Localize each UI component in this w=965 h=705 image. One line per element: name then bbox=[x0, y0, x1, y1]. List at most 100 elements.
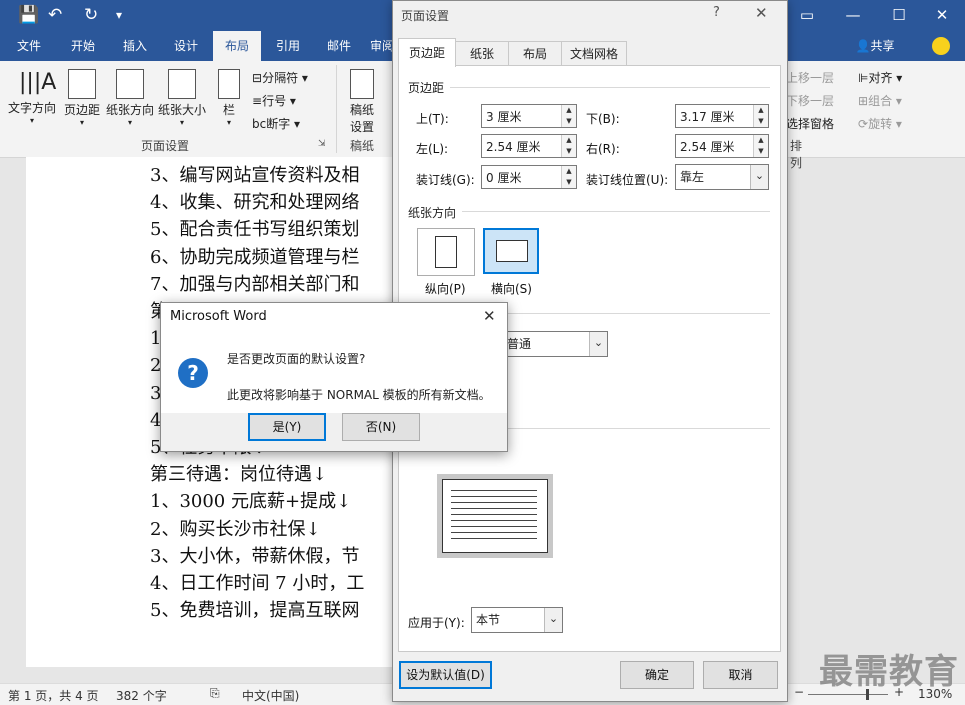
preview-page bbox=[442, 479, 548, 553]
zoom-slider[interactable] bbox=[808, 689, 888, 700]
page-setup-launcher-icon[interactable]: ⇲ bbox=[318, 139, 326, 149]
tab-home[interactable]: 开始 bbox=[62, 31, 104, 61]
document-line: 3、编写网站宣传资料及相 bbox=[150, 165, 360, 186]
bottom-margin-value: 3.17 厘米 bbox=[680, 110, 735, 124]
share-button[interactable]: 👤共享 bbox=[850, 31, 900, 61]
rotate-icon: ⟳ bbox=[858, 117, 869, 131]
apply-to-select[interactable]: 本节 ⌄ bbox=[471, 607, 563, 633]
dialog-close-icon[interactable]: ✕ bbox=[755, 4, 768, 22]
bottom-margin-input[interactable]: 3.17 厘米 ▲ ▼ bbox=[675, 104, 769, 128]
right-margin-value: 2.54 厘米 bbox=[680, 140, 735, 154]
chevron-down-icon[interactable]: ⌄ bbox=[544, 608, 562, 632]
columns-button[interactable]: 栏 ▾ bbox=[214, 69, 244, 127]
group-button[interactable]: ⊞组合 ▾ bbox=[858, 92, 902, 109]
undo-icon[interactable]: ↶ bbox=[48, 0, 62, 31]
group-label: 组合 bbox=[868, 94, 893, 108]
document-line: 5、免费培训，提高互联网 bbox=[150, 600, 360, 622]
set-default-button[interactable]: 设为默认值(D) bbox=[399, 661, 492, 689]
landscape-button[interactable] bbox=[483, 228, 539, 274]
multiple-pages-value: 普通 bbox=[507, 337, 532, 351]
spin-arrows-icon[interactable]: ▲ ▼ bbox=[561, 166, 576, 188]
dialog-title: 页面设置 bbox=[401, 9, 450, 23]
tab-file[interactable]: 文件 bbox=[8, 31, 50, 61]
tab-mailings[interactable]: 邮件 bbox=[318, 31, 360, 61]
ok-button[interactable]: 确定 bbox=[620, 661, 694, 689]
gutter-input[interactable]: 0 厘米 ▲ ▼ bbox=[481, 165, 577, 189]
no-button[interactable]: 否(N) bbox=[342, 413, 420, 441]
confirm-dialog-title: Microsoft Word bbox=[170, 309, 267, 324]
breaks-icon: ⊟ bbox=[252, 71, 263, 85]
columns-label: 栏 bbox=[222, 103, 235, 117]
bring-forward-button[interactable]: 上移一层 bbox=[786, 69, 834, 86]
rotate-label: 旋转 bbox=[868, 117, 893, 131]
portrait-label: 纵向(P) bbox=[425, 282, 466, 296]
send-backward-button[interactable]: 下移一层 bbox=[786, 92, 834, 109]
margins-button[interactable]: 页边距 ▾ bbox=[62, 69, 102, 127]
confirm-dialog-titlebar: Microsoft Word ✕ bbox=[161, 303, 507, 330]
line-numbers-label: 行号 bbox=[262, 94, 287, 108]
tab-design[interactable]: 设计 bbox=[165, 31, 207, 61]
tab-margins[interactable]: 页边距 bbox=[398, 38, 456, 67]
section-divider bbox=[462, 211, 770, 212]
manuscript-group-label: 稿纸 bbox=[349, 139, 374, 153]
redo-icon[interactable]: ↻ bbox=[84, 0, 98, 31]
orientation-button[interactable]: 纸张方向 ▾ bbox=[104, 69, 156, 127]
document-line: 3、大小休，带薪休假，节 bbox=[150, 545, 360, 567]
watermark: 最需教育 bbox=[819, 652, 959, 692]
left-margin-input[interactable]: 2.54 厘米 ▲ ▼ bbox=[481, 134, 577, 158]
document-line: 1、3000 元底薪+提成↓ bbox=[150, 491, 352, 513]
page-setup-group-label: 页面设置 bbox=[140, 139, 189, 153]
tab-paper[interactable]: 纸张 bbox=[455, 41, 509, 66]
top-margin-input[interactable]: 3 厘米 ▲ ▼ bbox=[481, 104, 577, 128]
manuscript-setup-button[interactable]: 稿纸 设置 bbox=[342, 69, 382, 135]
maximize-icon[interactable]: ☐ bbox=[876, 0, 922, 31]
line-numbers-button[interactable]: ≡行号 ▾ bbox=[252, 92, 296, 109]
cancel-button[interactable]: 取消 bbox=[703, 661, 778, 689]
spin-arrows-icon[interactable]: ▲ ▼ bbox=[753, 135, 768, 157]
chevron-down-icon[interactable]: ⌄ bbox=[589, 332, 607, 356]
gutter-position-select[interactable]: 靠左 ⌄ bbox=[675, 164, 769, 190]
selection-pane-button[interactable]: 选择窗格 bbox=[786, 115, 834, 132]
hyphenation-button[interactable]: bc断字 ▾ bbox=[252, 115, 300, 132]
align-button[interactable]: ⊫对齐 ▾ bbox=[858, 69, 902, 86]
confirm-detail: 此更改将影响基于 NORMAL 模板的所有新文档。 bbox=[227, 388, 491, 402]
minimize-icon[interactable]: — bbox=[830, 0, 876, 31]
language-indicator[interactable]: 中文(中国) bbox=[242, 687, 299, 704]
tab-references[interactable]: 引用 bbox=[267, 31, 309, 61]
customize-qat-icon[interactable]: ▾ bbox=[116, 0, 122, 31]
spin-arrows-icon[interactable]: ▲ ▼ bbox=[561, 105, 576, 127]
help-icon[interactable]: ? bbox=[713, 5, 720, 20]
smiley-feedback-icon[interactable] bbox=[932, 37, 950, 55]
spin-arrows-icon[interactable]: ▲ ▼ bbox=[753, 105, 768, 127]
ribbon-options-icon[interactable]: ▭ bbox=[784, 0, 830, 31]
text-direction-button[interactable]: |||A 文字方向 ▾ bbox=[6, 69, 58, 125]
window-close-icon[interactable]: ✕ bbox=[919, 0, 965, 31]
tab-review[interactable]: 审阅 bbox=[370, 31, 394, 61]
right-margin-input[interactable]: 2.54 厘米 ▲ ▼ bbox=[675, 134, 769, 158]
arrange-group-label: 排列 bbox=[789, 139, 802, 170]
proofing-icon[interactable]: ⎘ bbox=[210, 686, 220, 701]
breaks-button[interactable]: ⊟分隔符 ▾ bbox=[252, 69, 308, 86]
word-count[interactable]: 382 个字 bbox=[116, 687, 167, 704]
chevron-down-icon[interactable]: ⌄ bbox=[750, 165, 768, 189]
yes-button[interactable]: 是(Y) bbox=[248, 413, 326, 441]
size-button[interactable]: 纸张大小 ▾ bbox=[156, 69, 208, 127]
page-count[interactable]: 第 1 页，共 4 页 bbox=[8, 687, 99, 704]
rotate-button[interactable]: ⟳旋转 ▾ bbox=[858, 115, 902, 132]
zoom-out-icon[interactable]: − bbox=[794, 685, 804, 699]
tab-layout[interactable]: 布局 bbox=[213, 31, 261, 61]
line-numbers-icon: ≡ bbox=[252, 94, 263, 108]
spin-arrows-icon[interactable]: ▲ ▼ bbox=[561, 135, 576, 157]
top-margin-value: 3 厘米 bbox=[486, 110, 522, 124]
tab-document-grid[interactable]: 文档网格 bbox=[561, 41, 627, 66]
save-icon[interactable]: 💾 bbox=[18, 0, 39, 31]
manuscript-icon bbox=[350, 69, 374, 99]
multiple-pages-select[interactable]: 普通 ⌄ bbox=[502, 331, 608, 357]
size-icon bbox=[168, 69, 196, 99]
margins-label: 页边距 bbox=[63, 103, 100, 117]
confirm-question: 是否更改页面的默认设置? bbox=[227, 352, 366, 366]
confirm-close-icon[interactable]: ✕ bbox=[483, 307, 496, 325]
tab-layout-dialog[interactable]: 布局 bbox=[508, 41, 562, 66]
portrait-button[interactable] bbox=[417, 228, 475, 276]
tab-insert[interactable]: 插入 bbox=[114, 31, 156, 61]
